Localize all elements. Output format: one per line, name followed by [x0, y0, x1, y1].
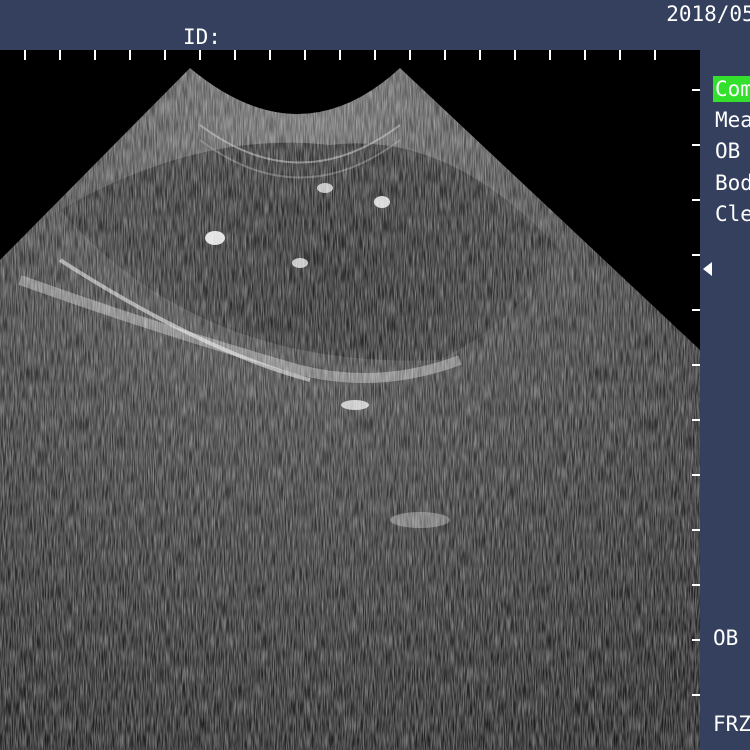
menu-item-clear[interactable]: Cle — [713, 201, 750, 227]
right-depth-ruler — [692, 89, 700, 696]
header-bar: ID: 2018/05/1 — [0, 0, 750, 50]
menu-item-bodymark[interactable]: Bod — [713, 170, 750, 196]
top-depth-ruler — [24, 50, 656, 60]
patient-id-label[interactable]: ID: — [183, 25, 221, 49]
date-time-display: 2018/05/1 — [666, 2, 750, 26]
ultrasound-scan — [0, 50, 700, 750]
menu-item-ob[interactable]: OB — [713, 138, 742, 164]
menu-item-comment[interactable]: Com — [713, 76, 750, 102]
ultrasound-image[interactable] — [0, 50, 700, 750]
menu-item-measure[interactable]: Mea — [713, 107, 750, 133]
freeze-status-label: FRZ — [713, 712, 750, 736]
focus-marker-icon[interactable] — [703, 262, 712, 276]
control-sidebar: Com Mea OB Bod Cle OB FRZ — [700, 50, 750, 750]
mode-label-ob: OB — [713, 626, 739, 650]
